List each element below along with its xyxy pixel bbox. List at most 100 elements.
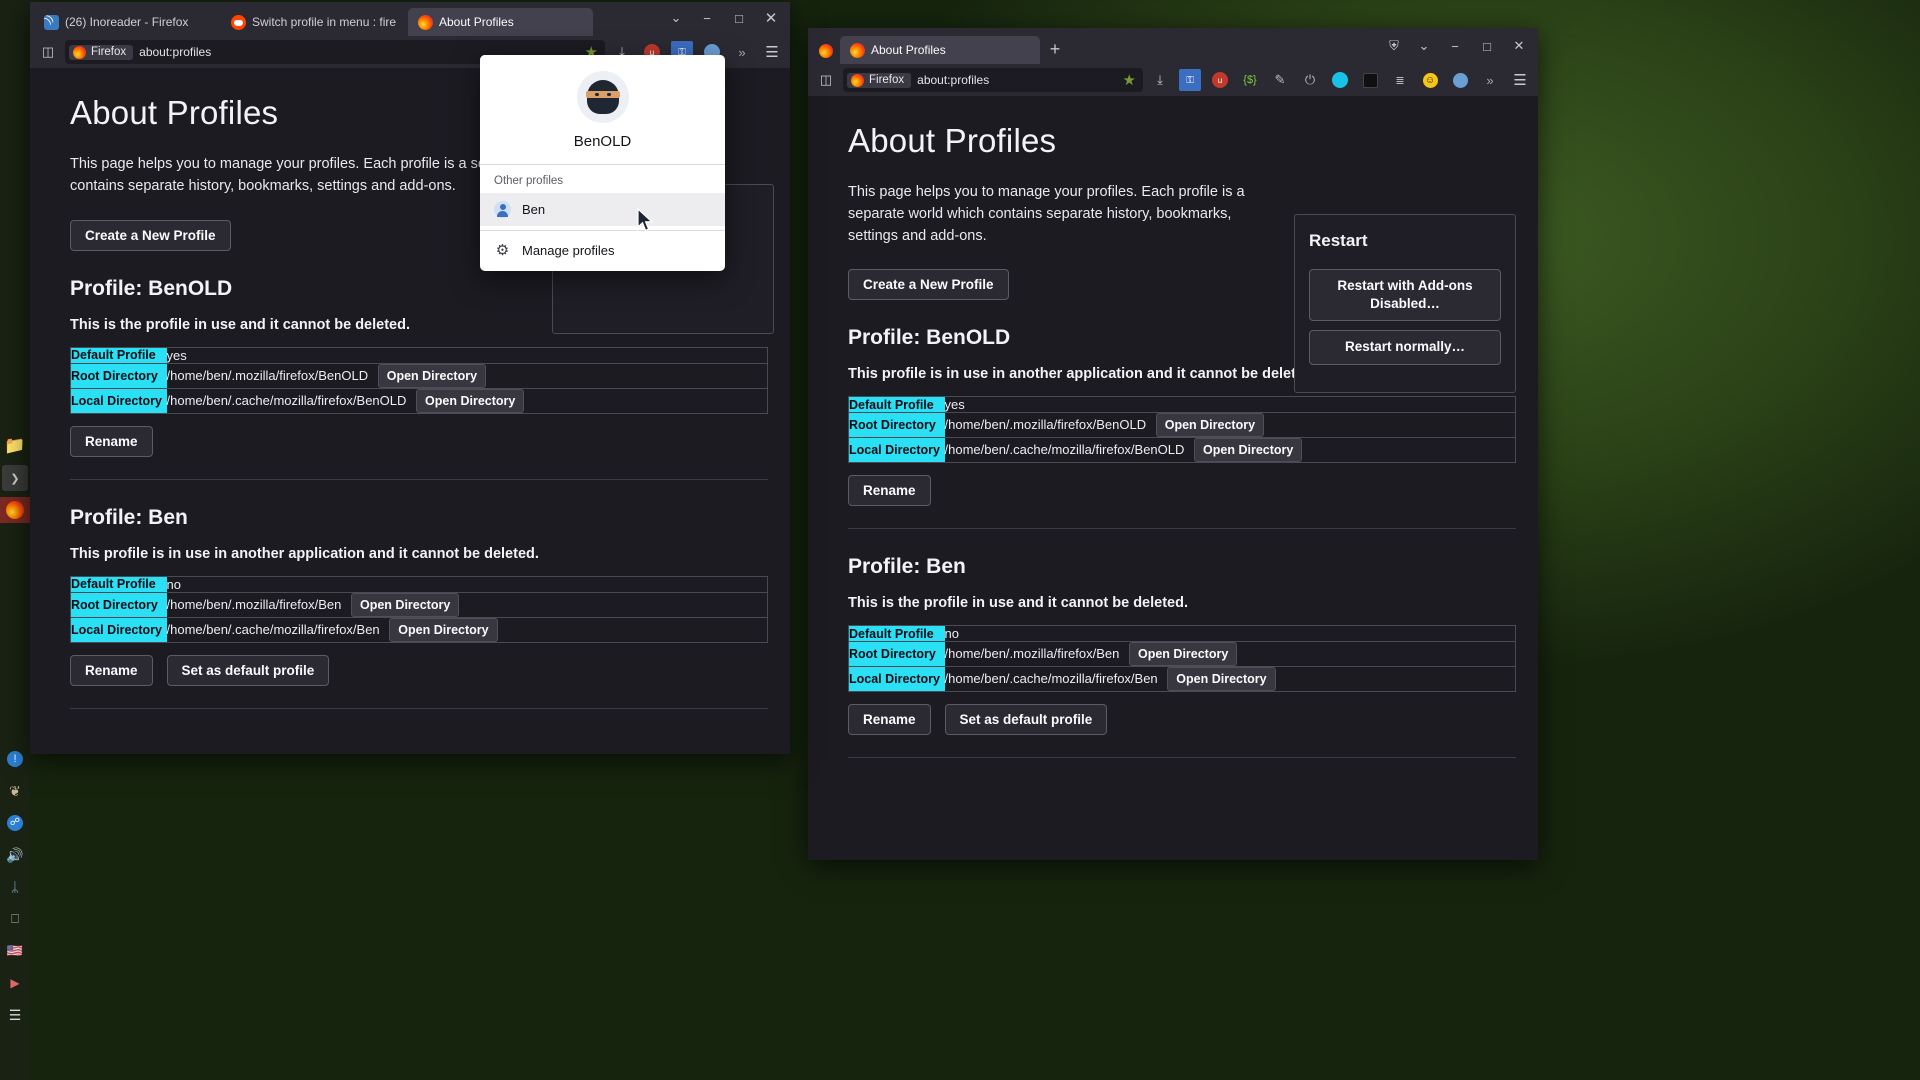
table-row: Default Profile yes xyxy=(70,347,768,364)
eyedropper-icon[interactable]: ✎ xyxy=(1267,68,1293,92)
url-text: about:profiles xyxy=(917,73,990,87)
list-all-tabs-button[interactable]: ⌄ xyxy=(1410,33,1438,59)
maximize-button[interactable]: □ xyxy=(1472,31,1502,61)
reader-icon[interactable] xyxy=(1357,68,1383,92)
profile-chip-button[interactable]: Firefox xyxy=(847,72,912,88)
table-row: Root Directory /home/ben/.mozilla/firefo… xyxy=(70,363,768,389)
open-local-directory-button[interactable]: Open Directory xyxy=(389,617,498,642)
bluetooth-alt-icon[interactable]: ᛦ xyxy=(2,874,28,900)
set-default-profile-button[interactable]: Set as default profile xyxy=(944,704,1108,736)
profile-chip-label: Firefox xyxy=(91,46,127,58)
profile-avatar-icon xyxy=(494,201,511,218)
ninja-avatar-icon xyxy=(576,71,629,123)
profile-chip-button[interactable]: Firefox xyxy=(69,44,134,60)
display-icon[interactable]: ⎕ xyxy=(2,906,28,932)
rename-profile-button[interactable]: Rename xyxy=(70,654,153,686)
bluetooth-icon[interactable]: ☍ xyxy=(2,810,28,836)
rename-profile-button[interactable]: Rename xyxy=(848,475,931,507)
tab-switch-profile-reddit[interactable]: Switch profile in menu : firefo xyxy=(221,8,406,36)
open-root-directory-button[interactable]: Open Directory xyxy=(1155,413,1265,438)
root-directory-value: /home/ben/.mozilla/firefox/BenOLD Open D… xyxy=(944,412,1516,439)
profile-table: Default Profile no Root Directory /home/… xyxy=(70,575,768,643)
overflow-chevrons-icon[interactable]: » xyxy=(729,40,755,64)
page-title: About Profiles xyxy=(848,122,1057,159)
tab-label: About Profiles xyxy=(439,15,514,29)
shield-tracking-button[interactable]: ⛨ xyxy=(1380,33,1408,59)
rename-profile-button[interactable]: Rename xyxy=(70,425,153,457)
open-local-directory-button[interactable]: Open Directory xyxy=(416,388,525,413)
restart-card: Restart Restart with Add-ons Disabled… R… xyxy=(1294,214,1516,393)
url-bar-right[interactable]: Firefox about:profiles ★ xyxy=(843,68,1143,92)
overflow-chevrons-icon[interactable]: » xyxy=(1477,68,1503,92)
close-window-button[interactable]: ✕ xyxy=(1504,31,1534,61)
table-row: Default Profile no xyxy=(70,576,768,593)
play-icon[interactable]: ▶ xyxy=(2,970,28,996)
ublock-origin-icon[interactable]: u xyxy=(1207,68,1233,92)
about-profiles-page-right: Restart Restart with Add-ons Disabled… R… xyxy=(808,96,1538,860)
open-local-directory-button[interactable]: Open Directory xyxy=(1194,438,1303,463)
list-icon[interactable]: ≣ xyxy=(1387,68,1413,92)
tab-label: Switch profile in menu : firefo xyxy=(252,15,396,29)
tab-label: About Profiles xyxy=(871,43,946,57)
feather-icon[interactable]: ❦ xyxy=(2,778,28,804)
downloads-icon[interactable]: ⤓ xyxy=(1147,68,1173,92)
flag-icon[interactable]: 🇺🇸 xyxy=(2,938,28,964)
minimize-button[interactable]: − xyxy=(1440,31,1470,61)
account-icon[interactable] xyxy=(1447,68,1473,92)
table-row: Root Directory /home/ben/.mozilla/firefo… xyxy=(848,412,1516,439)
tab-about-profiles[interactable]: About Profiles xyxy=(408,8,593,36)
window-controls-left: ⌄ − □ ✕ xyxy=(662,2,786,36)
open-local-directory-button[interactable]: Open Directory xyxy=(1167,667,1276,692)
app-menu-icon[interactable]: ☰ xyxy=(759,40,785,64)
popup-item-manage-profiles[interactable]: ⚙ Manage profiles xyxy=(480,231,725,271)
minimize-button[interactable]: − xyxy=(692,3,722,33)
table-row: Root Directory /home/ben/.mozilla/firefo… xyxy=(70,592,768,618)
firefox-window-right: About Profiles + ⛨ ⌄ − □ ✕ ◫ Firefox abo… xyxy=(808,28,1538,860)
restart-normally-button[interactable]: Restart normally… xyxy=(1309,330,1501,365)
profile-table: Default Profile no Root Directory /home/… xyxy=(848,625,1516,693)
local-directory-path: /home/ben/.cache/mozilla/firefox/Ben xyxy=(944,671,1158,687)
open-root-directory-button[interactable]: Open Directory xyxy=(1129,642,1238,667)
gear-icon: ⚙ xyxy=(495,242,510,259)
popup-item-ben[interactable]: Ben xyxy=(480,193,725,226)
volume-icon[interactable]: 🔊 xyxy=(2,842,28,868)
files-icon[interactable]: 📁 xyxy=(2,433,28,459)
close-window-button[interactable]: ✕ xyxy=(756,3,786,33)
open-root-directory-button[interactable]: Open Directory xyxy=(377,363,487,388)
default-profile-header: Default Profile xyxy=(848,625,945,643)
local-directory-value: /home/ben/.cache/mozilla/firefox/BenOLD … xyxy=(167,388,768,413)
chat-bubble-icon[interactable] xyxy=(1327,68,1353,92)
info-icon[interactable]: ! xyxy=(2,746,28,772)
new-tab-button[interactable]: + xyxy=(1042,36,1068,62)
set-default-profile-button[interactable]: Set as default profile xyxy=(166,654,330,686)
firefox-icon[interactable] xyxy=(0,497,30,523)
open-root-directory-button[interactable]: Open Directory xyxy=(351,592,460,617)
tab-about-profiles[interactable]: About Profiles xyxy=(840,36,1040,64)
sidebar-icon[interactable]: ◫ xyxy=(35,40,61,64)
rename-profile-button[interactable]: Rename xyxy=(848,704,931,736)
emoji-icon[interactable]: ☺ xyxy=(1417,68,1443,92)
menu-icon[interactable]: ☰ xyxy=(2,1002,28,1028)
tab-inoreader[interactable]: (26) Inoreader - Firefox xyxy=(34,8,219,36)
script-blocker-icon[interactable]: {$} xyxy=(1237,68,1263,92)
root-directory-header: Root Directory xyxy=(70,592,167,618)
power-toggle-icon[interactable]: ⏻ xyxy=(1297,68,1323,92)
profile-chip-label: Firefox xyxy=(869,74,905,86)
page-description: This page helps you to manage your profi… xyxy=(848,184,1245,244)
create-new-profile-button[interactable]: Create a New Profile xyxy=(848,269,1009,301)
create-new-profile-button[interactable]: Create a New Profile xyxy=(70,219,231,251)
root-directory-path: /home/ben/.mozilla/firefox/Ben xyxy=(166,596,342,612)
terminal-icon[interactable]: ❯ xyxy=(2,465,28,491)
firefox-view-button[interactable] xyxy=(812,38,840,64)
table-row: Local Directory /home/ben/.cache/mozilla… xyxy=(848,666,1516,692)
table-row: Local Directory /home/ben/.cache/mozilla… xyxy=(848,437,1516,463)
restart-addons-disabled-button[interactable]: Restart with Add-ons Disabled… xyxy=(1309,269,1501,322)
local-directory-path: /home/ben/.cache/mozilla/firefox/Ben xyxy=(166,621,380,637)
app-menu-icon[interactable]: ☰ xyxy=(1507,68,1533,92)
sidebar-icon[interactable]: ◫ xyxy=(813,68,839,92)
maximize-button[interactable]: □ xyxy=(724,3,754,33)
shield-icon[interactable]: ⚿ xyxy=(1177,68,1203,92)
mouse-cursor xyxy=(637,208,654,232)
list-all-tabs-button[interactable]: ⌄ xyxy=(662,5,690,31)
star-icon[interactable]: ★ xyxy=(1123,71,1139,89)
